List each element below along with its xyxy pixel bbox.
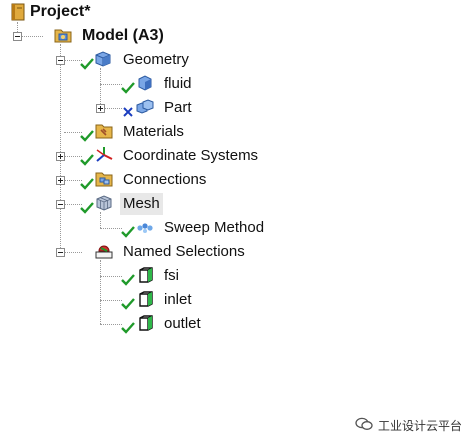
tree-line xyxy=(21,36,43,37)
tree-node-label: Mesh xyxy=(120,193,163,215)
outline-tree: Project* Model (A3) Geometry fluid Part … xyxy=(0,0,474,446)
tree-node-label: Sweep Method xyxy=(164,219,265,236)
tree-node-named-selections[interactable]: Named Selections xyxy=(123,241,245,263)
check-icon xyxy=(80,202,98,220)
selection-icon xyxy=(137,290,155,308)
tree-node-outlet[interactable]: outlet xyxy=(164,313,201,335)
watermark-text: 工业设计云平台 xyxy=(377,419,462,433)
check-icon xyxy=(121,322,139,340)
tree-node-label: outlet xyxy=(164,315,201,332)
tree-node-model[interactable]: Model (A3) xyxy=(82,25,164,47)
selection-icon xyxy=(137,266,155,284)
tree-line xyxy=(64,252,82,253)
tree-node-label: Coordinate Systems xyxy=(123,147,259,164)
tree-node-coordinate-systems[interactable]: Coordinate Systems xyxy=(123,145,258,167)
tree-node-part[interactable]: Part xyxy=(164,97,192,119)
tree-line xyxy=(100,324,122,325)
tree-node-label: inlet xyxy=(164,291,192,308)
expand-toggle-part[interactable] xyxy=(96,104,105,113)
collapse-toggle-mesh[interactable] xyxy=(56,200,65,209)
collapse-toggle-geometry[interactable] xyxy=(56,56,65,65)
tree-node-materials[interactable]: Materials xyxy=(123,121,184,143)
tree-node-label: Named Selections xyxy=(123,243,245,260)
tree-node-sweep-method[interactable]: Sweep Method xyxy=(164,217,264,239)
tree-line xyxy=(100,276,122,277)
tree-node-label: Model (A3) xyxy=(82,27,164,44)
watermark: 工业设计云平台 xyxy=(355,417,462,434)
tree-node-label: Materials xyxy=(123,123,184,140)
tree-line xyxy=(100,228,122,229)
tree-line xyxy=(100,212,101,228)
wechat-logo-icon xyxy=(355,417,373,434)
collapse-toggle-named-selections[interactable] xyxy=(56,248,65,257)
tree-line xyxy=(100,68,101,108)
tree-node-connections[interactable]: Connections xyxy=(123,169,206,191)
tree-line xyxy=(104,108,122,109)
tree-node-fluid[interactable]: fluid xyxy=(164,73,192,95)
tree-node-label: fluid xyxy=(164,75,192,92)
tree-node-label: Part xyxy=(164,99,192,116)
expand-toggle-coordinate-systems[interactable] xyxy=(56,152,65,161)
tree-line xyxy=(60,44,61,254)
tree-node-label: Geometry xyxy=(123,51,189,68)
tree-node-fsi[interactable]: fsi xyxy=(164,265,179,287)
check-icon xyxy=(80,58,98,76)
selection-icon xyxy=(137,314,155,332)
tree-node-project[interactable]: Project* xyxy=(30,1,90,23)
named-selections-icon xyxy=(95,242,113,260)
tree-line xyxy=(100,260,101,324)
tree-node-geometry[interactable]: Geometry xyxy=(123,49,189,71)
project-book-icon xyxy=(9,3,27,21)
tree-node-label: Connections xyxy=(123,171,207,188)
tree-line xyxy=(100,84,122,85)
tree-node-mesh[interactable]: Mesh xyxy=(120,193,163,215)
tree-node-label: fsi xyxy=(164,267,179,284)
tree-node-inlet[interactable]: inlet xyxy=(164,289,192,311)
tree-line xyxy=(100,300,122,301)
model-icon xyxy=(54,26,72,44)
tree-node-label: Project* xyxy=(30,3,91,20)
expand-toggle-connections[interactable] xyxy=(56,176,65,185)
collapse-toggle-model[interactable] xyxy=(13,32,22,41)
